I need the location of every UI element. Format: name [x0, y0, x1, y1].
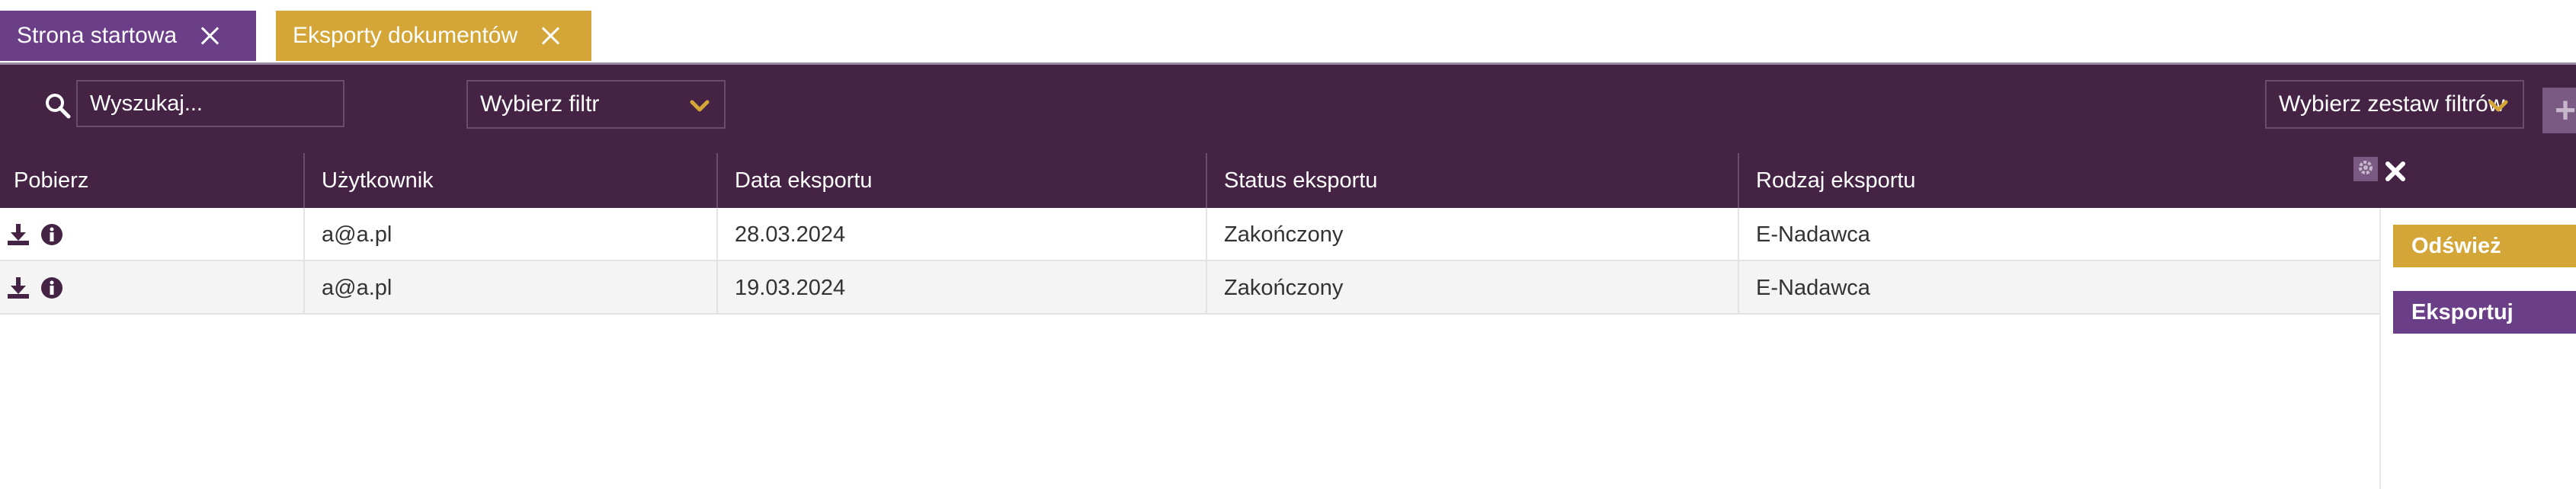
- column-header-export-date[interactable]: Data eksportu: [718, 153, 1207, 208]
- side-panel-divider: [2379, 208, 2381, 489]
- search-input[interactable]: [76, 80, 344, 127]
- tab-home[interactable]: Strona startowa: [0, 11, 256, 61]
- close-icon[interactable]: [2384, 160, 2407, 183]
- column-header-export-status[interactable]: Status eksportu: [1207, 153, 1739, 208]
- chevron-down-icon: [2488, 95, 2509, 117]
- info-icon[interactable]: [40, 276, 64, 300]
- table-body: a@a.pl 28.03.2024 Zakończony E-Nadawca a…: [0, 208, 2379, 315]
- download-icon[interactable]: [6, 222, 30, 247]
- info-icon[interactable]: [40, 222, 64, 247]
- export-type-cell: E-Nadawca: [1756, 275, 1870, 300]
- tab-bar: Strona startowa Eksporty dokumentów: [0, 0, 2576, 64]
- export-date-cell: 19.03.2024: [718, 261, 1207, 315]
- tab-document-exports[interactable]: Eksporty dokumentów: [276, 11, 591, 61]
- export-status-cell: Zakończony: [1207, 208, 1739, 261]
- close-icon[interactable]: [540, 26, 560, 46]
- table-row[interactable]: a@a.pl 28.03.2024 Zakończony E-Nadawca: [0, 208, 2379, 261]
- filter-toolbar: Wybierz filtr Wybierz zestaw filtrów +: [0, 65, 2576, 153]
- column-header-download[interactable]: Pobierz: [0, 153, 305, 208]
- export-type-cell: E-Nadawca: [1756, 222, 1870, 247]
- add-filter-button[interactable]: +: [2542, 88, 2576, 133]
- download-cell: [0, 208, 305, 261]
- user-cell: a@a.pl: [305, 208, 718, 261]
- column-settings-button[interactable]: [2353, 157, 2378, 181]
- filter-select-label: Wybierz filtr: [480, 91, 600, 117]
- download-cell: [0, 261, 305, 315]
- export-date-cell: 28.03.2024: [718, 208, 1207, 261]
- filterset-select[interactable]: Wybierz zestaw filtrów: [2265, 80, 2524, 129]
- gear-icon: [2357, 158, 2375, 181]
- export-button[interactable]: Eksportuj: [2393, 291, 2576, 334]
- column-header-user[interactable]: Użytkownik: [305, 153, 718, 208]
- filterset-select-label: Wybierz zestaw filtrów: [2279, 91, 2505, 117]
- tab-home-label: Strona startowa: [17, 23, 178, 48]
- table-row[interactable]: a@a.pl 19.03.2024 Zakończony E-Nadawca: [0, 261, 2379, 315]
- plus-icon: +: [2554, 90, 2576, 131]
- tab-document-exports-label: Eksporty dokumentów: [293, 23, 518, 48]
- chevron-down-icon: [689, 95, 710, 117]
- download-icon[interactable]: [6, 276, 30, 300]
- close-icon[interactable]: [200, 26, 219, 46]
- search-icon: [44, 92, 72, 120]
- refresh-button[interactable]: Odśwież: [2393, 225, 2576, 267]
- column-header-export-type[interactable]: Rodzaj eksportu: [1739, 153, 2379, 208]
- user-cell: a@a.pl: [305, 261, 718, 315]
- filter-select[interactable]: Wybierz filtr: [466, 80, 726, 129]
- export-status-cell: Zakończony: [1207, 261, 1739, 315]
- table-header: Pobierz Użytkownik Data eksportu Status …: [0, 153, 2576, 208]
